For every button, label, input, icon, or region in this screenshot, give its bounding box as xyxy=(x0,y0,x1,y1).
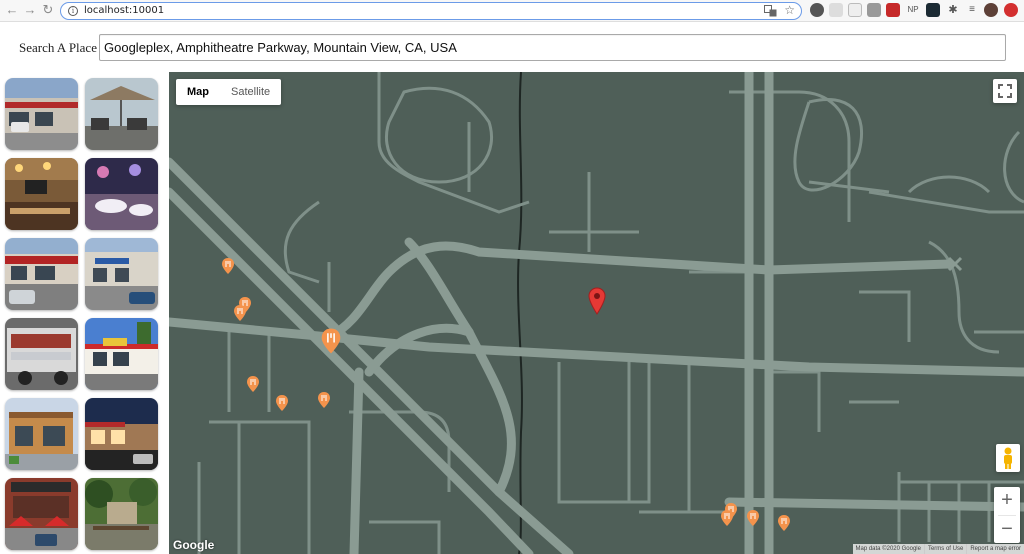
pegman-icon xyxy=(1004,447,1012,469)
puzzle-icon[interactable]: ✱ xyxy=(946,3,960,17)
google-logo[interactable]: Google xyxy=(173,538,214,552)
restaurant-icon[interactable] xyxy=(777,514,791,532)
extension-icon[interactable] xyxy=(848,3,862,17)
restaurant-icon[interactable] xyxy=(233,304,247,322)
search-input[interactable] xyxy=(99,34,1006,61)
zoom-out-button[interactable]: − xyxy=(994,516,1020,544)
location-pin-icon[interactable] xyxy=(588,287,606,315)
extension-icon[interactable] xyxy=(810,3,824,17)
extension-icon[interactable] xyxy=(829,3,843,17)
street-view-pegman[interactable] xyxy=(996,444,1020,472)
star-icon[interactable]: ☆ xyxy=(784,3,795,17)
place-photo[interactable] xyxy=(5,318,78,390)
avatar[interactable] xyxy=(984,3,998,17)
restaurant-icon[interactable] xyxy=(720,509,734,527)
place-photo[interactable] xyxy=(85,478,158,550)
extension-icon[interactable] xyxy=(867,3,881,17)
place-photo[interactable] xyxy=(5,78,78,150)
restaurant-icon[interactable] xyxy=(221,257,235,275)
map-type-control: Map Satellite xyxy=(176,79,282,105)
extension-icon[interactable] xyxy=(886,3,900,17)
extension-icon[interactable] xyxy=(926,3,940,17)
place-photo[interactable] xyxy=(5,238,78,310)
place-photo[interactable] xyxy=(5,478,78,550)
terms-link[interactable]: Terms of Use xyxy=(923,544,966,554)
info-icon[interactable]: i xyxy=(68,6,78,16)
fullscreen-icon xyxy=(998,84,1012,98)
map-data-credit: Map data ©2020 Google xyxy=(855,546,921,552)
media-icon[interactable]: ≡ xyxy=(965,3,979,17)
report-error-link[interactable]: Report a map error xyxy=(966,544,1024,554)
place-photo[interactable] xyxy=(85,318,158,390)
restaurant-icon[interactable] xyxy=(317,391,331,409)
zoom-in-button[interactable]: + xyxy=(994,487,1020,515)
place-photo[interactable] xyxy=(5,398,78,470)
restaurant-icon[interactable] xyxy=(275,394,289,412)
map-attribution: Map data ©2020 Google Terms of Use Repor… xyxy=(852,544,1024,554)
browser-toolbar: ← → ↻ i localhost:10001 ☆ NP ✱ ≡ xyxy=(0,0,1024,22)
reload-icon[interactable]: ↻ xyxy=(40,2,56,18)
place-photo[interactable] xyxy=(85,238,158,310)
forward-icon[interactable]: → xyxy=(22,2,38,18)
url-text[interactable]: localhost:10001 xyxy=(84,5,164,16)
place-photo[interactable] xyxy=(85,78,158,150)
place-photo[interactable] xyxy=(85,398,158,470)
place-photo[interactable] xyxy=(85,158,158,230)
back-icon[interactable]: ← xyxy=(4,2,20,18)
map-type-map-button[interactable]: Map xyxy=(176,79,220,105)
extension-np-icon[interactable]: NP xyxy=(905,3,921,17)
search-label: Search A Place xyxy=(19,40,97,55)
translate-icon[interactable] xyxy=(764,5,777,17)
map-canvas[interactable]: Map Satellite + − Google Map data ©2020 … xyxy=(169,72,1024,554)
restaurant-icon[interactable] xyxy=(246,375,260,393)
map-type-satellite-button[interactable]: Satellite xyxy=(220,79,281,105)
update-icon[interactable] xyxy=(1004,3,1018,17)
restaurant-icon[interactable] xyxy=(746,509,760,527)
place-photo[interactable] xyxy=(5,158,78,230)
fullscreen-button[interactable] xyxy=(993,79,1017,103)
address-bar[interactable]: i localhost:10001 ☆ xyxy=(60,2,802,20)
restaurant-icon[interactable] xyxy=(320,327,342,355)
zoom-control: + − xyxy=(994,487,1020,543)
